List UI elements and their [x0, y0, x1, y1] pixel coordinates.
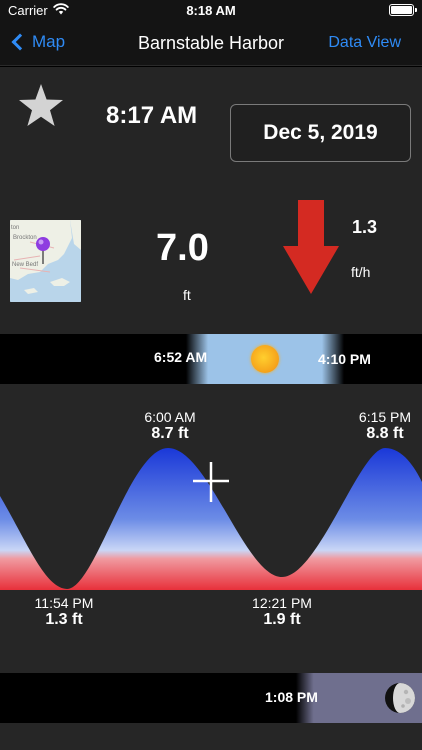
high-tide-1-height: 8.7 ft — [151, 425, 189, 442]
falling-tide-arrow-icon — [283, 200, 339, 299]
tide-height-value: 7.0 — [156, 227, 209, 269]
favorite-star-icon[interactable] — [18, 83, 64, 132]
footer-area — [0, 723, 422, 750]
sun-bar: 6:52 AM 4:10 PM — [0, 334, 422, 384]
map-label-new-bedford: New Bedf — [12, 262, 38, 268]
low-tide-1-height: 1.3 ft — [45, 611, 83, 628]
high-tide-2-label: 6:15 PM 8.8 ft — [330, 409, 422, 443]
status-bar: Carrier 8:18 AM — [0, 0, 422, 22]
date-picker-button[interactable]: Dec 5, 2019 — [230, 104, 411, 162]
map-thumbnail[interactable]: ton Brockton New Bedf — [10, 220, 81, 302]
status-time: 8:18 AM — [186, 3, 236, 18]
sunset-time: 4:10 PM — [318, 351, 371, 367]
tide-height-unit: ft — [183, 287, 191, 303]
high-tide-1-label: 6:00 AM 8.7 ft — [115, 409, 225, 443]
tide-rate-unit: ft/h — [351, 264, 371, 280]
low-tide-1-time: 11:54 PM — [34, 595, 94, 611]
tide-rate-value: 1.3 — [352, 217, 378, 237]
map-label-brockton: Brockton — [13, 235, 37, 241]
low-tide-2-time: 12:21 PM — [252, 595, 312, 611]
date-label: Dec 5, 2019 — [263, 121, 378, 144]
moonrise-time: 1:08 PM — [265, 689, 318, 705]
low-tide-2-label: 12:21 PM 1.9 ft — [227, 595, 337, 629]
sunrise-time: 6:52 AM — [154, 349, 208, 365]
high-tide-2-height: 8.8 ft — [366, 425, 404, 442]
moon-phase-icon — [384, 682, 416, 714]
tide-info-panel: 8:17 AM Dec 5, 2019 ton Brockton New Bed… — [0, 67, 422, 334]
sun-icon — [251, 345, 279, 373]
high-tide-2-time: 6:15 PM — [358, 409, 412, 425]
low-tide-1-label: 11:54 PM 1.3 ft — [9, 595, 119, 629]
navigation-bar: Map Barnstable Harbor Data View — [0, 22, 422, 66]
current-time: 8:17 AM — [106, 102, 198, 129]
low-tide-2-height: 1.9 ft — [263, 611, 301, 628]
battery-icon — [389, 4, 417, 16]
data-view-button[interactable]: Data View — [328, 34, 401, 52]
moon-bar: 1:08 PM — [0, 673, 422, 723]
map-label-ton: ton — [11, 225, 19, 231]
tide-chart[interactable]: 6:00 AM 8.7 ft 6:15 PM 8.8 ft 11:54 PM 1… — [0, 384, 422, 673]
high-tide-1-time: 6:00 AM — [144, 409, 196, 425]
